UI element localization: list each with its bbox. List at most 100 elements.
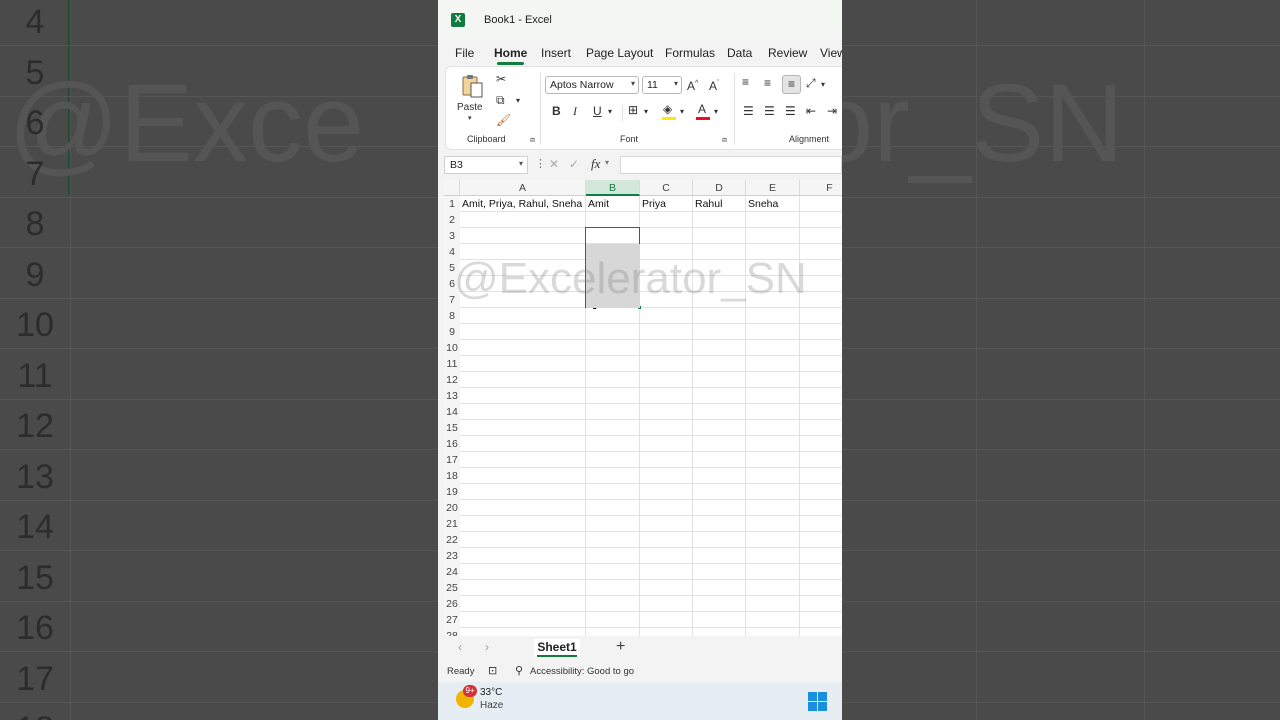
cell-d17[interactable] xyxy=(693,452,746,468)
cell-a9[interactable] xyxy=(460,324,586,340)
formula-input[interactable] xyxy=(620,156,842,174)
cell-b2[interactable] xyxy=(586,212,640,228)
font-name-select[interactable]: Aptos Narrow ▾ xyxy=(545,76,639,94)
cancel-icon[interactable]: ✕ xyxy=(549,157,559,171)
borders-dropdown-icon[interactable]: ▾ xyxy=(644,105,648,119)
cell-e16[interactable] xyxy=(746,436,800,452)
cell-e24[interactable] xyxy=(746,564,800,580)
tab-review[interactable]: Review xyxy=(768,46,807,60)
cell-e20[interactable] xyxy=(746,500,800,516)
row-header-13[interactable]: 13 xyxy=(444,388,460,404)
accessibility-status[interactable]: Accessibility: Good to go xyxy=(530,666,634,677)
copy-icon[interactable]: ⧉ xyxy=(496,93,505,107)
cell-c16[interactable] xyxy=(640,436,693,452)
row-header-21[interactable]: 21 xyxy=(444,516,460,532)
cell-d3[interactable] xyxy=(693,228,746,244)
cell-e22[interactable] xyxy=(746,532,800,548)
cell-c21[interactable] xyxy=(640,516,693,532)
cell-f26[interactable] xyxy=(800,596,842,612)
cell-c15[interactable] xyxy=(640,420,693,436)
cell-f13[interactable] xyxy=(800,388,842,404)
align-left-icon[interactable]: ☰ xyxy=(743,104,754,118)
cell-f1[interactable] xyxy=(800,196,842,212)
row-header-17[interactable]: 17 xyxy=(444,452,460,468)
row-header-19[interactable]: 19 xyxy=(444,484,460,500)
align-top-icon[interactable]: ≡ xyxy=(742,75,749,89)
cell-d14[interactable] xyxy=(693,404,746,420)
row-header-12[interactable]: 12 xyxy=(444,372,460,388)
cell-a2[interactable] xyxy=(460,212,586,228)
cell-c22[interactable] xyxy=(640,532,693,548)
row-header-20[interactable]: 20 xyxy=(444,500,460,516)
cell-d26[interactable] xyxy=(693,596,746,612)
row-header-8[interactable]: 8 xyxy=(444,308,460,324)
select-all-corner[interactable] xyxy=(444,180,460,196)
cell-a15[interactable] xyxy=(460,420,586,436)
cell-c23[interactable] xyxy=(640,548,693,564)
cell-b28[interactable] xyxy=(586,628,640,636)
cell-f3[interactable] xyxy=(800,228,842,244)
fill-color-icon[interactable]: ◈ xyxy=(663,102,672,116)
cell-a18[interactable] xyxy=(460,468,586,484)
cell-b22[interactable] xyxy=(586,532,640,548)
cell-b27[interactable] xyxy=(586,612,640,628)
cell-a11[interactable] xyxy=(460,356,586,372)
cell-d23[interactable] xyxy=(693,548,746,564)
row-header-11[interactable]: 11 xyxy=(444,356,460,372)
cell-c14[interactable] xyxy=(640,404,693,420)
cell-a17[interactable] xyxy=(460,452,586,468)
cell-d8[interactable] xyxy=(693,308,746,324)
cell-d19[interactable] xyxy=(693,484,746,500)
align-bottom-icon[interactable]: ≡ xyxy=(782,75,801,94)
cell-c25[interactable] xyxy=(640,580,693,596)
cell-c17[interactable] xyxy=(640,452,693,468)
column-header-b[interactable]: B xyxy=(586,180,640,196)
cell-b19[interactable] xyxy=(586,484,640,500)
cell-a27[interactable] xyxy=(460,612,586,628)
cell-d21[interactable] xyxy=(693,516,746,532)
cell-e23[interactable] xyxy=(746,548,800,564)
cell-f16[interactable] xyxy=(800,436,842,452)
cell-c12[interactable] xyxy=(640,372,693,388)
cell-f24[interactable] xyxy=(800,564,842,580)
cell-f2[interactable] xyxy=(800,212,842,228)
orientation-icon[interactable]: ⤢ xyxy=(806,76,816,90)
cell-f8[interactable] xyxy=(800,308,842,324)
cell-a8[interactable] xyxy=(460,308,586,324)
cell-b20[interactable] xyxy=(586,500,640,516)
row-header-10[interactable]: 10 xyxy=(444,340,460,356)
add-sheet-button[interactable]: + xyxy=(616,638,625,656)
cell-b11[interactable] xyxy=(586,356,640,372)
align-right-icon[interactable]: ☰ xyxy=(785,104,796,118)
row-header-9[interactable]: 9 xyxy=(444,324,460,340)
cell-b26[interactable] xyxy=(586,596,640,612)
align-center-icon[interactable]: ☰ xyxy=(764,104,775,118)
cell-a25[interactable] xyxy=(460,580,586,596)
cell-d16[interactable] xyxy=(693,436,746,452)
cell-e19[interactable] xyxy=(746,484,800,500)
cell-b12[interactable] xyxy=(586,372,640,388)
cell-f11[interactable] xyxy=(800,356,842,372)
cell-d28[interactable] xyxy=(693,628,746,636)
accessibility-icon[interactable]: ⚲ xyxy=(515,664,523,677)
cell-d22[interactable] xyxy=(693,532,746,548)
cell-e1[interactable]: Sneha xyxy=(746,196,800,212)
cell-e27[interactable] xyxy=(746,612,800,628)
cell-c10[interactable] xyxy=(640,340,693,356)
cell-a14[interactable] xyxy=(460,404,586,420)
enter-icon[interactable]: ✓ xyxy=(569,157,579,171)
fill-dropdown-icon[interactable]: ▾ xyxy=(680,105,684,119)
cell-d15[interactable] xyxy=(693,420,746,436)
cell-a23[interactable] xyxy=(460,548,586,564)
cell-f23[interactable] xyxy=(800,548,842,564)
font-color-button[interactable]: A xyxy=(698,102,706,116)
cell-d1[interactable]: Rahul xyxy=(693,196,746,212)
cell-e3[interactable] xyxy=(746,228,800,244)
cell-a19[interactable] xyxy=(460,484,586,500)
cell-c8[interactable] xyxy=(640,308,693,324)
cell-b1[interactable]: Amit xyxy=(586,196,640,212)
cell-b13[interactable] xyxy=(586,388,640,404)
cell-d27[interactable] xyxy=(693,612,746,628)
underline-dropdown-icon[interactable]: ▾ xyxy=(608,105,612,119)
cell-d25[interactable] xyxy=(693,580,746,596)
